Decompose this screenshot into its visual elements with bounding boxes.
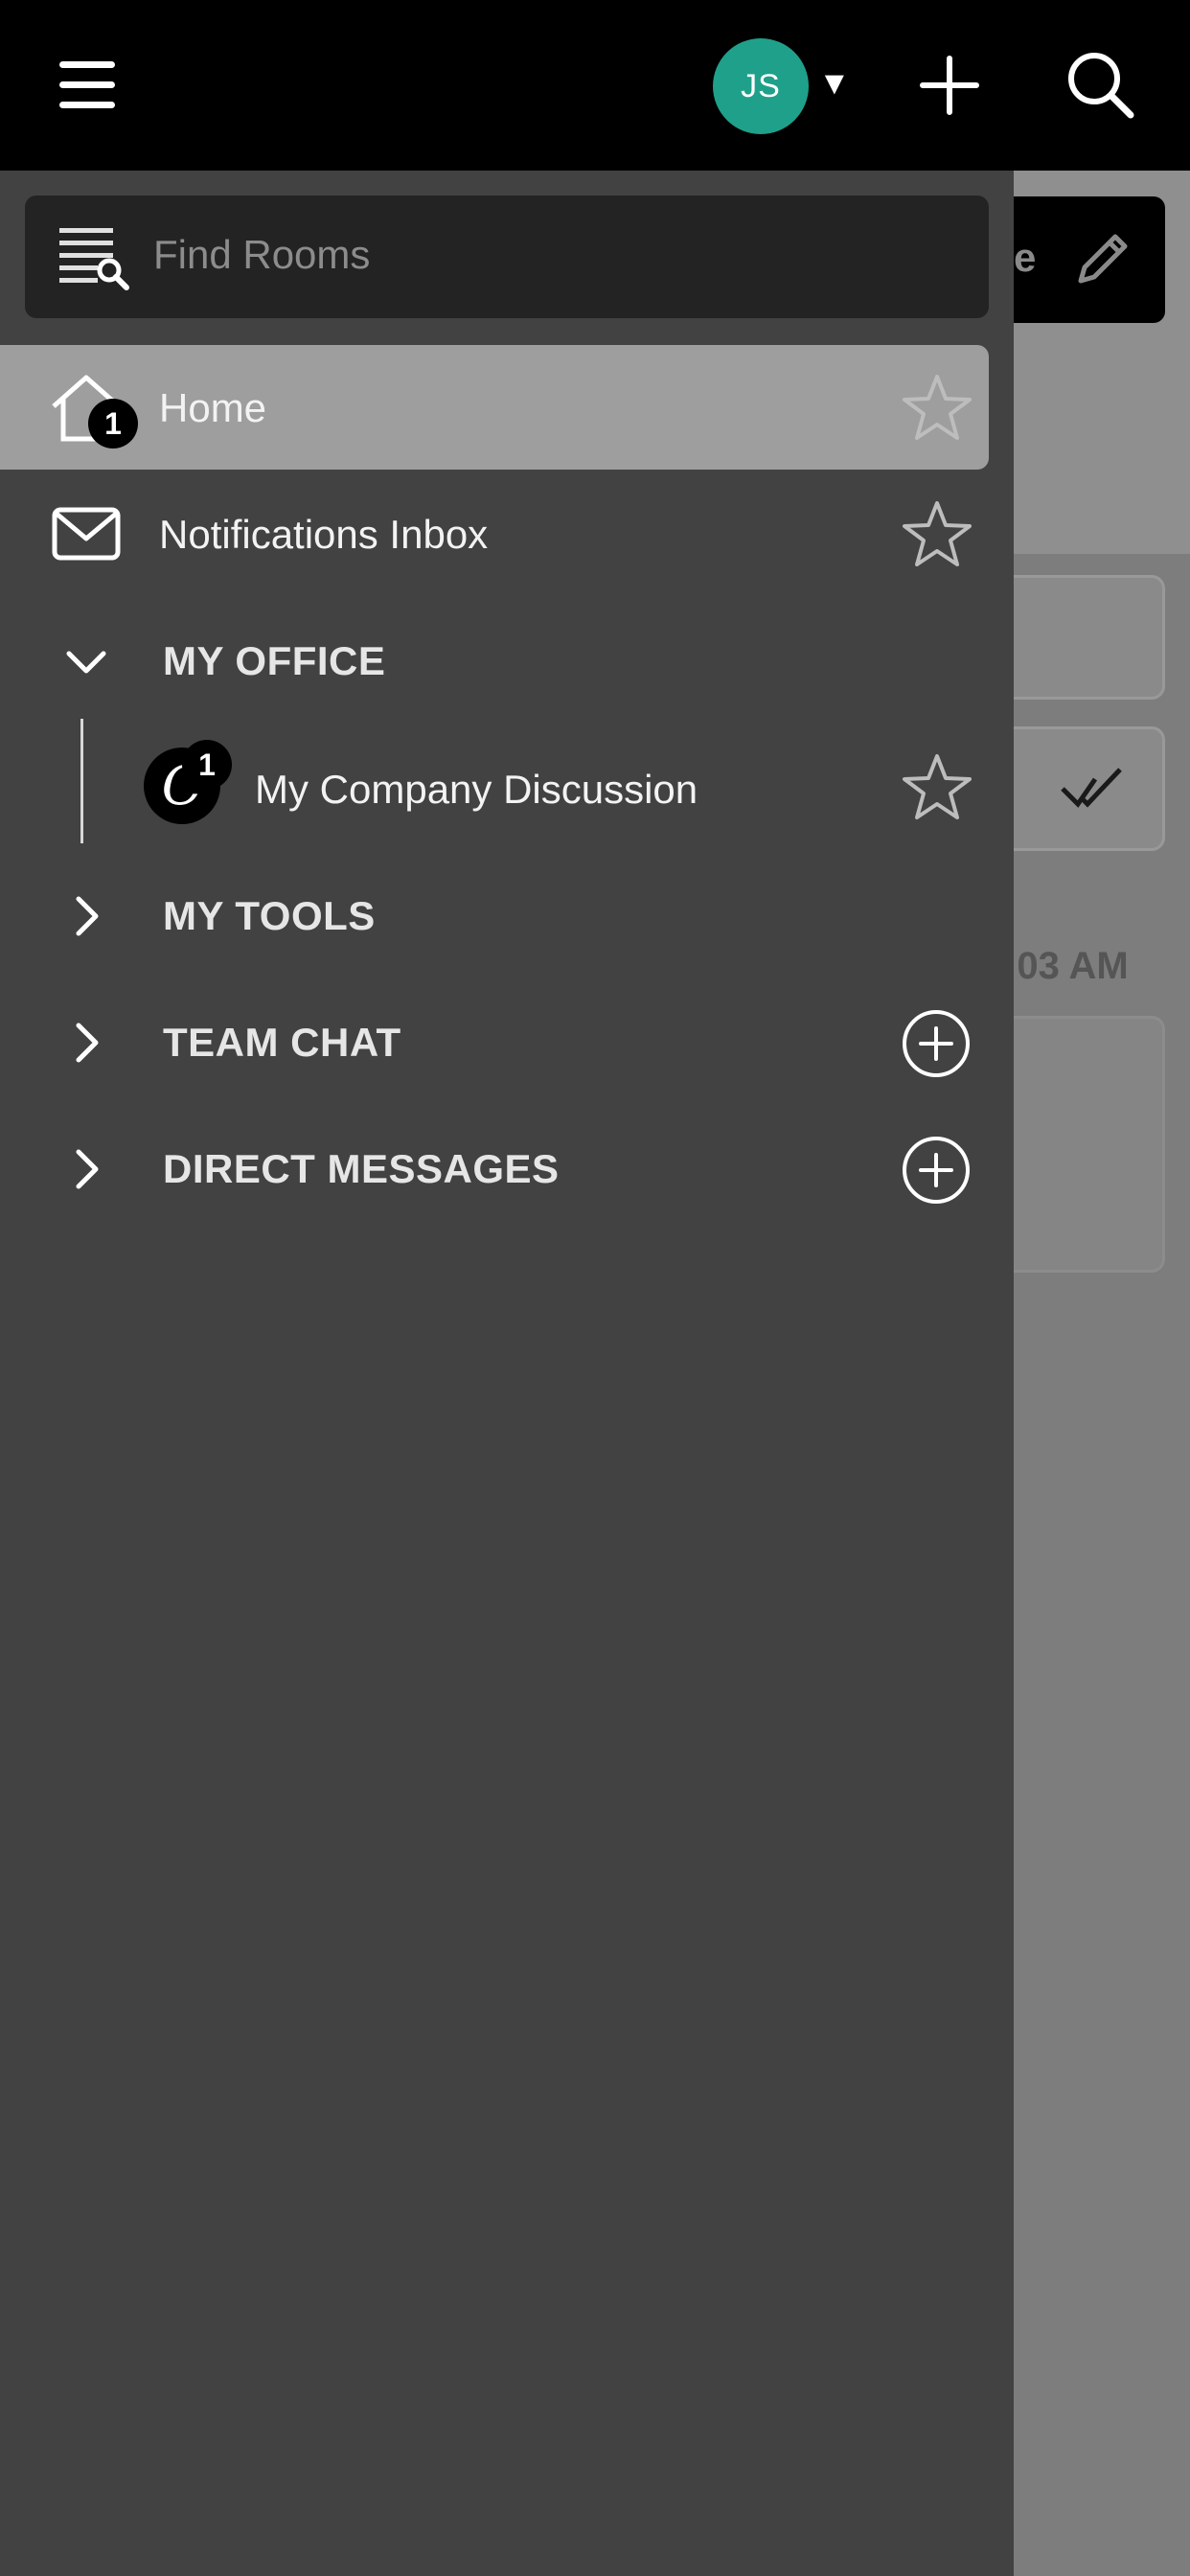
background-message-card: [996, 1016, 1165, 1273]
caret-down-icon[interactable]: ▼: [818, 67, 851, 100]
envelope-icon: [52, 507, 121, 561]
plus-circle-icon[interactable]: [901, 1008, 972, 1079]
section-my-tools[interactable]: MY TOOLS: [0, 853, 989, 978]
edit-button-text: e: [1014, 235, 1037, 280]
find-rooms-icon: [59, 228, 129, 290]
section-title: MY OFFICE: [163, 638, 386, 683]
section-my-office[interactable]: MY OFFICE: [0, 598, 989, 723]
room-label: My Company Discussion: [255, 767, 698, 812]
chevron-down-icon[interactable]: [63, 638, 109, 684]
search-input[interactable]: Find Rooms: [153, 232, 370, 278]
section-team-chat[interactable]: TEAM CHAT: [0, 979, 989, 1104]
hamburger-menu-icon[interactable]: [54, 54, 123, 117]
nav-item-label: Home: [159, 385, 267, 430]
background-card: [996, 575, 1165, 700]
star-outline-icon[interactable]: [901, 498, 973, 571]
home-unread-badge: 1: [88, 399, 138, 448]
pencil-icon: [1078, 234, 1128, 284]
top-bar: JS ▼: [0, 0, 1190, 171]
navigation-drawer: Find Rooms 1 Home Notifications Inbox MY…: [0, 171, 1014, 2576]
chevron-right-icon[interactable]: [63, 1020, 109, 1066]
chevron-right-icon[interactable]: [63, 893, 109, 939]
avatar[interactable]: JS: [713, 38, 809, 134]
background-card: [996, 726, 1165, 851]
room-item-my-company-discussion[interactable]: C 1 My Company Discussion: [0, 719, 989, 853]
tree-guide-line: [80, 719, 83, 843]
plus-circle-icon[interactable]: [901, 1135, 972, 1206]
star-outline-icon[interactable]: [901, 751, 973, 824]
section-title: MY TOOLS: [163, 893, 376, 938]
chevron-right-icon[interactable]: [63, 1146, 109, 1192]
nav-item-label: Notifications Inbox: [159, 512, 489, 557]
plus-icon[interactable]: [920, 56, 979, 115]
message-timestamp: :03 AM: [1004, 945, 1129, 987]
nav-item-notifications-inbox[interactable]: Notifications Inbox: [0, 472, 989, 596]
search-icon[interactable]: [1065, 50, 1134, 119]
room-unread-badge: 1: [182, 740, 232, 790]
section-title: DIRECT MESSAGES: [163, 1146, 560, 1191]
section-title: TEAM CHAT: [163, 1020, 401, 1065]
star-outline-icon[interactable]: [901, 372, 973, 445]
find-rooms-search[interactable]: Find Rooms: [25, 196, 989, 318]
user-menu[interactable]: JS ▼: [713, 38, 857, 134]
section-direct-messages[interactable]: DIRECT MESSAGES: [0, 1106, 989, 1230]
checkmark-icon: [1061, 768, 1122, 808]
nav-item-home[interactable]: 1 Home: [0, 345, 989, 470]
